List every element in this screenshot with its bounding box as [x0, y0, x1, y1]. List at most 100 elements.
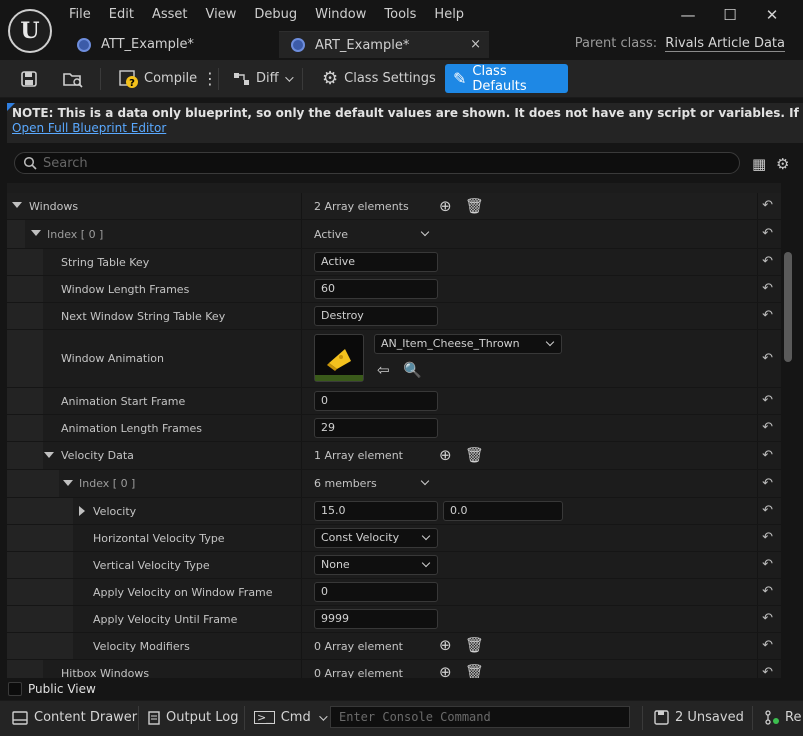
reset-to-default-icon[interactable]: ↶	[762, 557, 773, 572]
expand-arrow-icon[interactable]	[63, 479, 73, 486]
expand-arrow-icon[interactable]	[31, 230, 41, 236]
diff-button[interactable]: Diff	[224, 64, 299, 93]
tab-close-icon[interactable]: ×	[470, 37, 481, 52]
console-command-input[interactable]	[339, 710, 619, 724]
next-window-key-label: Next Window String Table Key	[61, 309, 226, 323]
add-element-icon[interactable]: ⊕	[439, 448, 452, 463]
menu-help[interactable]: Help	[425, 4, 473, 26]
window-length-frames-field[interactable]: 60	[314, 279, 438, 299]
string-table-key-label: String Table Key	[61, 255, 150, 269]
menu-asset[interactable]: Asset	[143, 4, 197, 26]
anim-length-frames-field[interactable]: 29	[314, 418, 438, 438]
expand-arrow-icon[interactable]	[79, 506, 85, 516]
delete-icon[interactable]: 🗑	[465, 665, 484, 679]
apply-until-field[interactable]: 9999	[314, 609, 438, 629]
cmd-selector[interactable]: >_ Cmd	[254, 710, 328, 725]
close-window-icon[interactable]: ✕	[751, 4, 793, 26]
details-scrollbar[interactable]	[784, 252, 792, 362]
tab-att-example[interactable]: ATT_Example*	[65, 31, 277, 58]
velocity-y-field[interactable]: 0.0	[443, 501, 563, 521]
anim-start-frame-field[interactable]: 0	[314, 391, 438, 411]
parent-class-link[interactable]: Rivals Article Data	[665, 36, 785, 52]
reset-to-default-icon[interactable]: ↶	[762, 584, 773, 599]
browse-button[interactable]	[54, 64, 92, 93]
content-drawer-button[interactable]: Content Drawer	[12, 710, 137, 725]
reset-to-default-icon[interactable]: ↶	[762, 393, 773, 408]
reset-to-default-icon[interactable]: ↶	[762, 476, 773, 491]
reset-to-default-icon[interactable]: ↶	[762, 351, 773, 366]
value-cell: 9999	[301, 606, 757, 632]
tab-art-example[interactable]: ART_Example* ×	[279, 31, 489, 58]
use-selected-asset-icon[interactable]: ⇦	[377, 363, 390, 378]
expand-arrow-icon[interactable]	[12, 202, 22, 208]
window-animation-row: Window Animation AN_Item_Cheese_Thrown ⇦…	[7, 330, 781, 388]
data-only-note: NOTE: This is a data only blueprint, so …	[7, 103, 803, 143]
output-log-button[interactable]: Output Log	[148, 710, 239, 725]
next-window-key-row: Next Window String Table Key Destroy ↶	[7, 303, 781, 330]
add-element-icon[interactable]: ⊕	[439, 199, 452, 214]
search-input[interactable]	[43, 155, 703, 171]
chevron-down-icon	[421, 531, 431, 541]
output-log-label: Output Log	[166, 710, 239, 725]
h-vel-type-value: Const Velocity	[321, 531, 400, 544]
delete-icon[interactable]: 🗑	[465, 638, 484, 653]
menu-edit[interactable]: Edit	[100, 4, 143, 26]
reset-to-default-icon[interactable]: ↶	[762, 448, 773, 463]
browse-asset-icon[interactable]: 🔍	[403, 363, 422, 378]
reset-to-default-icon[interactable]: ↶	[762, 420, 773, 435]
menu-tools[interactable]: Tools	[375, 4, 425, 26]
class-settings-label: Class Settings	[344, 71, 436, 86]
reset-to-default-icon[interactable]: ↶	[762, 665, 773, 678]
string-table-key-row: String Table Key Active ↶	[7, 249, 781, 276]
table-view-icon[interactable]: ▦	[752, 155, 766, 173]
string-table-key-field[interactable]: Active	[314, 252, 438, 272]
h-vel-type-dropdown[interactable]: Const Velocity	[314, 528, 438, 548]
menu-window[interactable]: Window	[306, 4, 375, 26]
apply-on-frame-field[interactable]: 0	[314, 582, 438, 602]
menu-file[interactable]: File	[60, 4, 100, 26]
open-full-editor-link[interactable]: Open Full Blueprint Editor	[12, 121, 798, 135]
menu-debug[interactable]: Debug	[245, 4, 306, 26]
minimize-icon[interactable]: —	[667, 4, 709, 26]
reset-to-default-icon[interactable]: ↶	[762, 254, 773, 269]
animation-thumbnail[interactable]	[314, 334, 364, 382]
chevron-down-icon[interactable]	[420, 227, 430, 237]
cmd-label: Cmd	[280, 710, 311, 725]
value-cell: 1 Array element ⊕ 🗑	[301, 442, 757, 469]
expand-arrow-icon[interactable]	[44, 451, 54, 458]
maximize-icon[interactable]: ☐	[709, 4, 751, 26]
chevron-down-icon	[421, 558, 431, 568]
delete-icon[interactable]: 🗑	[465, 199, 484, 214]
reset-to-default-icon[interactable]: ↶	[762, 611, 773, 626]
v-vel-type-dropdown[interactable]: None	[314, 555, 438, 575]
public-view-checkbox[interactable]	[8, 682, 22, 696]
reset-to-default-icon[interactable]: ↶	[762, 281, 773, 296]
value-cell: 0 Array element ⊕ 🗑	[301, 660, 757, 678]
class-settings-button[interactable]: ⚙ Class Settings	[314, 64, 444, 93]
compile-button[interactable]: ? Compile	[110, 64, 205, 93]
next-window-key-field[interactable]: Destroy	[314, 306, 438, 326]
unreal-logo-icon[interactable]: U	[8, 9, 52, 53]
value-cell: 0 Array element ⊕ 🗑	[301, 633, 757, 659]
reset-to-default-icon[interactable]: ↶	[762, 198, 773, 213]
reset-to-default-icon[interactable]: ↶	[762, 308, 773, 323]
chevron-down-icon[interactable]	[420, 476, 430, 486]
add-element-icon[interactable]: ⊕	[439, 665, 452, 679]
add-element-icon[interactable]: ⊕	[439, 638, 452, 653]
unsaved-button[interactable]: 2 Unsaved	[654, 710, 744, 725]
save-button[interactable]	[12, 64, 46, 93]
anim-length-frames-label: Animation Length Frames	[61, 421, 203, 435]
reset-to-default-icon[interactable]: ↶	[762, 503, 773, 518]
delete-icon[interactable]: 🗑	[465, 448, 484, 463]
apply-until-label: Apply Velocity Until Frame	[93, 612, 238, 626]
revision-control-button[interactable]: Re	[764, 710, 801, 725]
reset-to-default-icon[interactable]: ↶	[762, 638, 773, 653]
class-defaults-button[interactable]: ✎ Class Defaults	[445, 64, 568, 94]
settings-gear-icon[interactable]: ⚙	[776, 155, 789, 173]
animation-asset-picker[interactable]: AN_Item_Cheese_Thrown	[374, 334, 562, 354]
reset-to-default-icon[interactable]: ↶	[762, 226, 773, 241]
compile-options-button[interactable]: ⋮	[194, 64, 226, 93]
menu-view[interactable]: View	[197, 4, 246, 26]
velocity-x-field[interactable]: 15.0	[314, 501, 438, 521]
reset-to-default-icon[interactable]: ↶	[762, 530, 773, 545]
